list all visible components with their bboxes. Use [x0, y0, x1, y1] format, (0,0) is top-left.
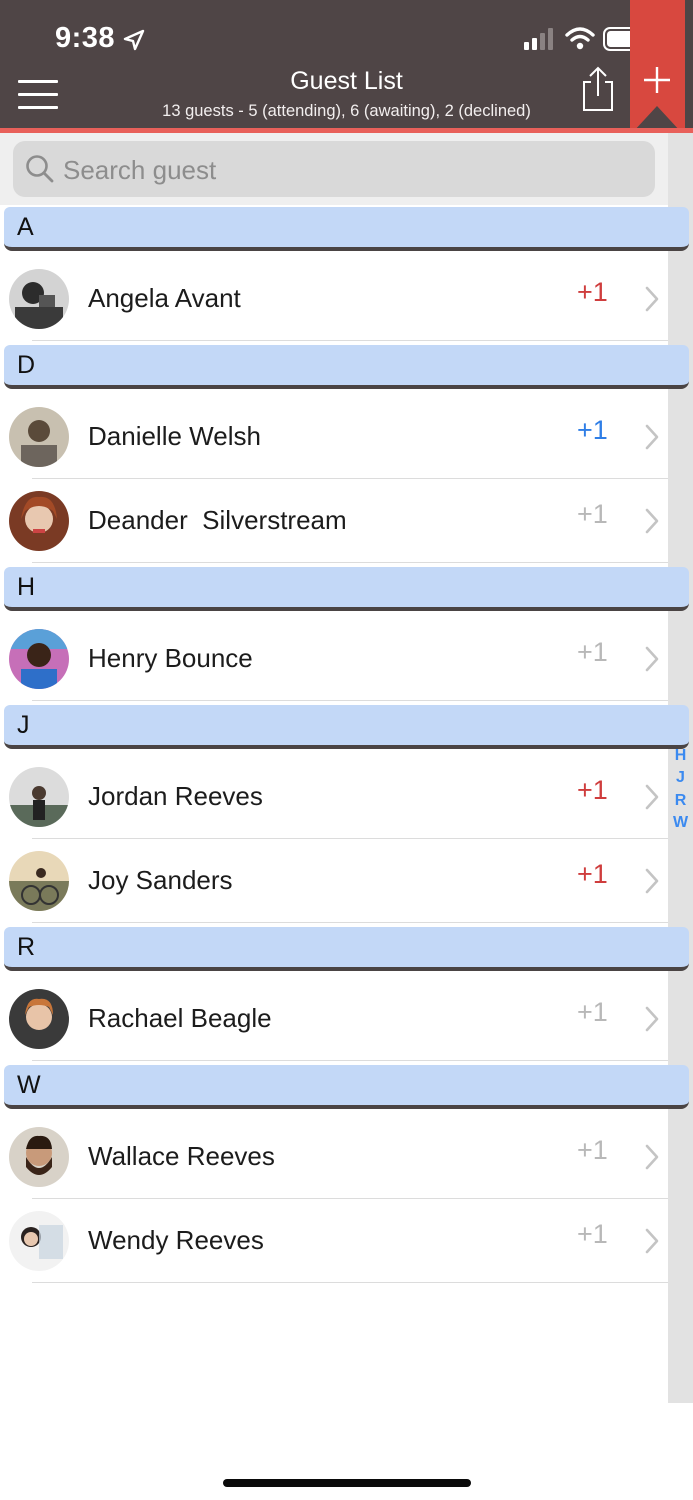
guest-avatar: [9, 1127, 69, 1187]
guest-name: Angela Avant: [88, 283, 241, 313]
cellular-signal-icon: [524, 28, 553, 50]
row-divider: [32, 340, 668, 341]
chevron-right-icon: [644, 507, 660, 540]
guest-row[interactable]: Wallace Reeves +1: [0, 1115, 668, 1199]
guest-name: Danielle Welsh: [88, 421, 261, 451]
guest-name: Wallace Reeves: [88, 1141, 275, 1171]
search-input[interactable]: Search guest: [13, 141, 655, 197]
guest-avatar: [9, 767, 69, 827]
plus-one-badge: +1: [577, 997, 608, 1027]
row-divider: [32, 562, 668, 563]
section-letter: A: [17, 213, 34, 241]
search-bar: Search guest: [0, 133, 668, 205]
guest-avatar: [9, 491, 69, 551]
section-header-r: R: [4, 927, 689, 971]
location-arrow-icon: [123, 29, 145, 51]
guest-name: Deander Silverstream: [88, 505, 347, 535]
guest-avatar: [9, 851, 69, 911]
index-letter-h[interactable]: H: [668, 747, 693, 765]
plus-one-badge: +1: [577, 415, 608, 445]
chevron-right-icon: [644, 1227, 660, 1260]
plus-one-badge: +1: [577, 277, 608, 307]
chevron-right-icon: [644, 1005, 660, 1038]
guest-avatar: [9, 269, 69, 329]
chevron-right-icon: [644, 1143, 660, 1176]
guest-avatar: [9, 989, 69, 1049]
guest-row[interactable]: Wendy Reeves +1: [0, 1199, 668, 1283]
guest-row[interactable]: Deander Silverstream +1: [0, 479, 668, 563]
section-letter: R: [17, 933, 36, 961]
row-divider: [32, 1282, 668, 1283]
plus-icon: [644, 67, 670, 93]
guest-name: Wendy Reeves: [88, 1225, 264, 1255]
status-time: 9:38: [55, 22, 116, 54]
chevron-right-icon: [644, 423, 660, 456]
guest-row[interactable]: Angela Avant +1: [0, 257, 668, 341]
plus-one-badge: +1: [577, 637, 608, 667]
guest-row[interactable]: Jordan Reeves +1: [0, 755, 668, 839]
nav-header: 9:38 Guest List 13 guests - 5 (attending…: [0, 0, 693, 132]
section-letter: H: [17, 573, 36, 601]
guest-row[interactable]: Danielle Welsh +1: [0, 395, 668, 479]
add-guest-button[interactable]: [630, 0, 685, 132]
chevron-right-icon: [644, 645, 660, 678]
section-letter: J: [17, 711, 30, 739]
guest-row[interactable]: Henry Bounce +1: [0, 617, 668, 701]
section-header-w: W: [4, 1065, 689, 1109]
plus-one-badge: +1: [577, 1219, 608, 1249]
guest-name: Joy Sanders: [88, 865, 233, 895]
wifi-icon: [565, 27, 595, 50]
plus-one-badge: +1: [577, 859, 608, 889]
section-letter: W: [17, 1071, 41, 1099]
section-header-h: H: [4, 567, 689, 611]
plus-one-badge: +1: [577, 1135, 608, 1165]
row-divider: [32, 1060, 668, 1061]
section-index-track[interactable]: [668, 133, 693, 1403]
section-header-a: A: [4, 207, 689, 251]
guest-avatar: [9, 407, 69, 467]
guest-avatar: [9, 629, 69, 689]
share-icon[interactable]: [581, 66, 615, 112]
index-letter-j[interactable]: J: [668, 769, 693, 787]
chevron-right-icon: [644, 285, 660, 318]
guest-name: Henry Bounce: [88, 643, 253, 673]
search-icon: [26, 155, 54, 183]
index-letter-r[interactable]: R: [668, 792, 693, 810]
chevron-right-icon: [644, 867, 660, 900]
guest-avatar: [9, 1211, 69, 1271]
home-indicator: [223, 1479, 471, 1487]
guest-row[interactable]: Joy Sanders +1: [0, 839, 668, 923]
plus-one-badge: +1: [577, 775, 608, 805]
index-letter-w[interactable]: W: [668, 814, 693, 832]
row-divider: [32, 700, 668, 701]
guest-row[interactable]: Rachael Beagle +1: [0, 977, 668, 1061]
section-letter: D: [17, 351, 36, 379]
section-header-j: J: [4, 705, 689, 749]
section-header-d: D: [4, 345, 689, 389]
plus-one-badge: +1: [577, 499, 608, 529]
search-placeholder: Search guest: [63, 155, 217, 185]
guest-name: Rachael Beagle: [88, 1003, 272, 1033]
row-divider: [32, 922, 668, 923]
guest-name: Jordan Reeves: [88, 781, 263, 811]
chevron-right-icon: [644, 783, 660, 816]
